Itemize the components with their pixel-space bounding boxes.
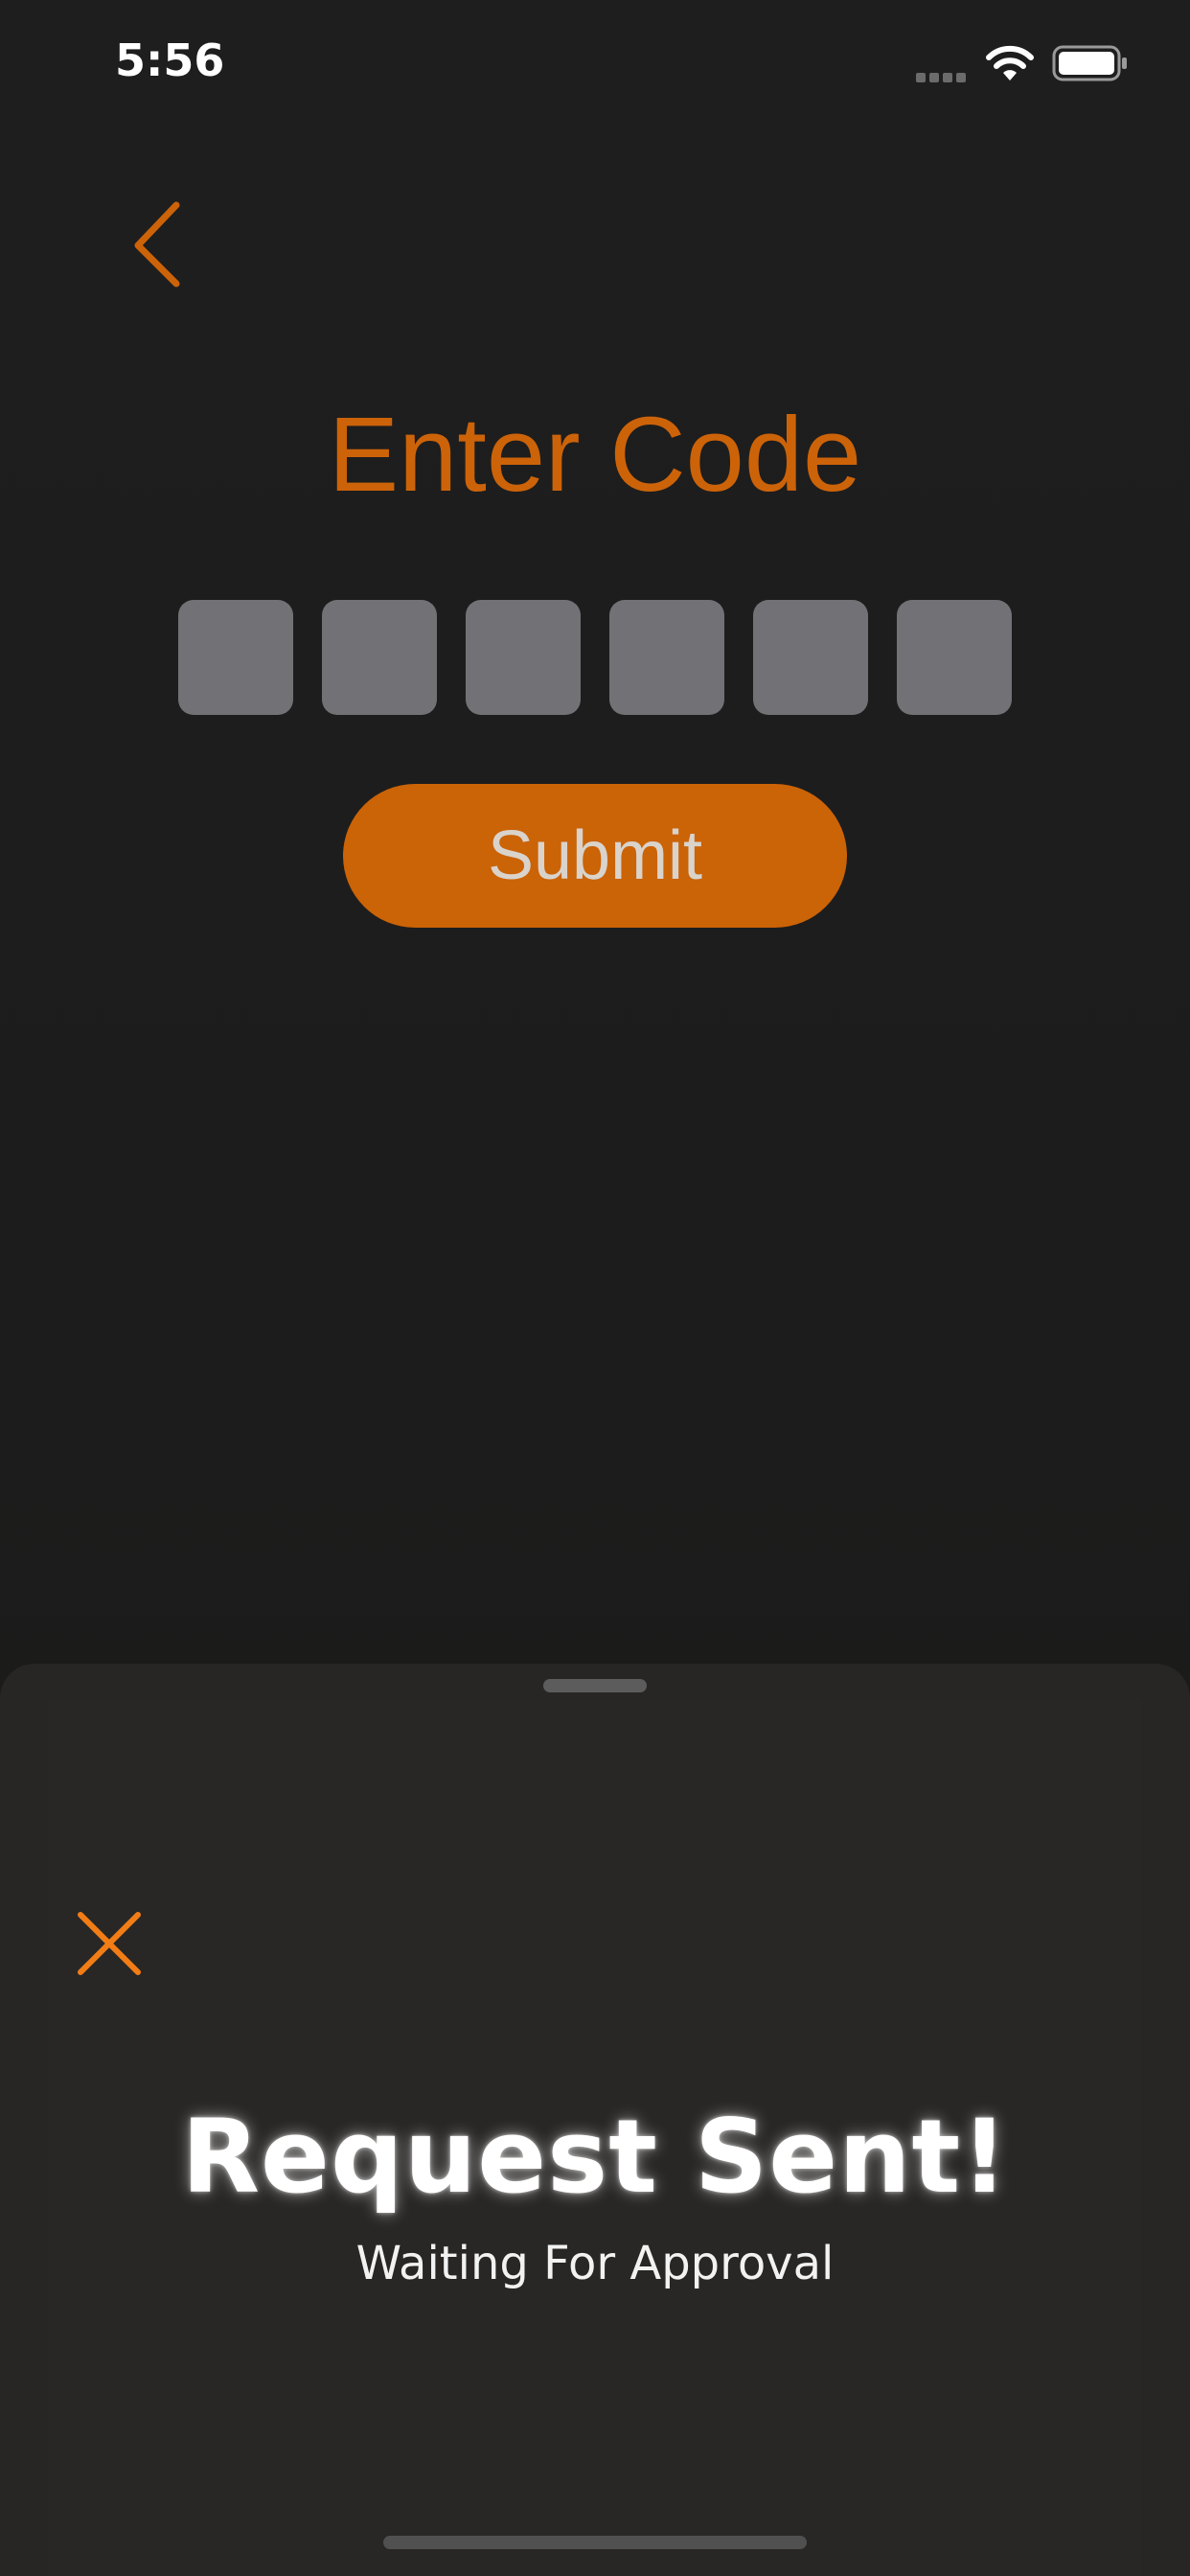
chevron-left-icon (134, 201, 180, 288)
status-bar: 5:56 (0, 0, 1190, 134)
code-digit-4[interactable] (609, 600, 724, 715)
page-title: Enter Code (328, 396, 862, 514)
cellular-signal-icon (916, 70, 970, 82)
submit-button[interactable]: Submit (343, 784, 847, 928)
wifi-icon (986, 45, 1034, 80)
code-input-group (178, 600, 1012, 715)
status-time: 5:56 (115, 34, 225, 86)
code-digit-5[interactable] (753, 600, 868, 715)
sheet-subtitle: Waiting For Approval (355, 2237, 835, 2290)
close-button[interactable] (73, 1907, 146, 1980)
enter-code-screen: 5:56 Enter Code Submit Request Sent! Wai… (0, 0, 1190, 2576)
code-digit-1[interactable] (178, 600, 293, 715)
close-x-icon (78, 1912, 141, 1975)
sheet-grabber[interactable] (543, 1679, 647, 1692)
code-digit-6[interactable] (897, 600, 1012, 715)
code-digit-3[interactable] (466, 600, 581, 715)
battery-full-icon (1052, 45, 1127, 81)
back-button[interactable] (113, 188, 209, 303)
home-indicator[interactable] (383, 2536, 807, 2549)
sheet-title: Request Sent! (181, 2098, 1009, 2216)
request-sent-sheet: Request Sent! Waiting For Approval (0, 1664, 1190, 2576)
code-digit-2[interactable] (322, 600, 437, 715)
